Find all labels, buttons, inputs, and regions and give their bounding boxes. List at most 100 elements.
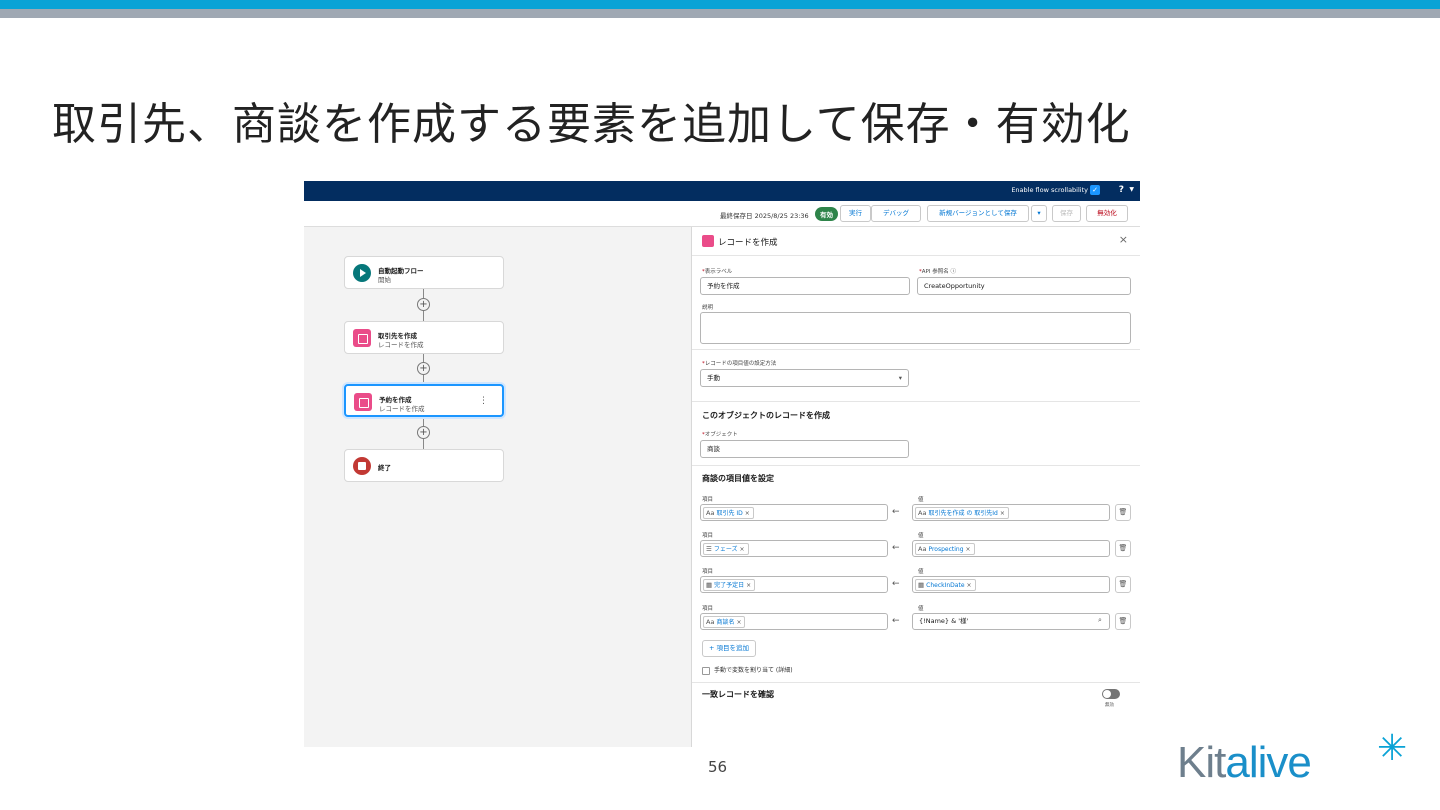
match-toggle[interactable] xyxy=(1102,689,1120,699)
delete-icon[interactable]: 🗑 xyxy=(1115,576,1131,593)
match-section-title: 一致レコードを確認 xyxy=(702,690,774,699)
save-new-version-button[interactable]: 新規バージョンとして保存 xyxy=(927,205,1029,222)
delete-icon[interactable]: 🗑 xyxy=(1115,504,1131,521)
node-subtitle: 開始 xyxy=(378,276,391,284)
object-label: *オブジェクト xyxy=(702,432,738,438)
more-actions-icon[interactable]: ⋮ xyxy=(479,396,488,406)
formula-input[interactable]: {!Name} & '様' xyxy=(912,613,1110,630)
status-badge: 有効 xyxy=(815,207,838,221)
method-select[interactable]: 手動 ▾ xyxy=(700,369,909,387)
picklist-icon: ☰ xyxy=(706,545,712,553)
slide-title: 取引先、商談を作成する要素を追加して保存・有効化 xyxy=(52,99,1131,150)
remove-icon: × xyxy=(966,582,972,589)
flow-canvas[interactable]: 自動起動フロー 開始 + 取引先を作成 レコードを作成 + 予約を作成 レコード… xyxy=(304,227,691,747)
chevron-down-icon[interactable]: ▼ xyxy=(1129,186,1134,193)
close-icon[interactable]: × xyxy=(1119,233,1128,246)
panel-title: レコードを作成 xyxy=(718,238,778,248)
value-pill[interactable]: Aa Prospecting × xyxy=(915,543,975,555)
node-start[interactable]: 自動起動フロー 開始 xyxy=(344,256,504,289)
flow-builder-screenshot: Enable flow scrollability ✓ ? ▼ 最終保存日 20… xyxy=(304,181,1140,747)
field-picker[interactable]: ☰ フェーズ × xyxy=(700,540,888,557)
asterisk-icon: ✳ xyxy=(1377,728,1408,769)
node-subtitle: レコードを作成 xyxy=(378,341,424,349)
field-header: 項目 xyxy=(702,569,714,575)
properties-panel: レコードを作成 × *表示ラベル 予約を作成 *API 参照名 ⓘ Create… xyxy=(691,227,1140,747)
api-name-label: *API 参照名 ⓘ xyxy=(919,269,956,275)
calendar-icon: ▦ xyxy=(706,581,713,589)
label-input[interactable]: 予約を作成 xyxy=(700,277,910,295)
field-pill[interactable]: Aa 取引先 ID × xyxy=(703,507,754,519)
slide-top-bar-stripe xyxy=(0,9,1440,18)
debug-button[interactable]: デバッグ xyxy=(871,205,921,222)
remove-icon: × xyxy=(965,546,971,553)
app-header: Enable flow scrollability ✓ ? ▼ xyxy=(304,181,1140,201)
delete-icon[interactable]: 🗑 xyxy=(1115,613,1131,630)
toolbar: 最終保存日 2025/8/25 23:36 有効 実行 デバッグ 新規バージョン… xyxy=(304,201,1140,227)
last-saved-text: 最終保存日 2025/8/25 23:36 xyxy=(720,212,809,220)
field-pill[interactable]: Aa 商談名 × xyxy=(703,616,746,628)
label-field-label: *表示ラベル xyxy=(702,269,733,275)
remove-icon: × xyxy=(746,582,752,589)
scroll-checkbox[interactable]: ✓ xyxy=(1090,185,1100,195)
text-type-icon: Aa xyxy=(918,545,927,553)
value-pill[interactable]: ▦ CheckInDate × xyxy=(915,579,976,591)
text-type-icon: Aa xyxy=(918,509,927,517)
save-button[interactable]: 保存 xyxy=(1052,205,1081,222)
remove-icon: × xyxy=(744,510,750,517)
help-icon[interactable]: ? xyxy=(1119,185,1124,195)
stop-icon xyxy=(353,457,371,475)
value-picker[interactable]: Aa Prospecting × xyxy=(912,540,1110,557)
field-pill[interactable]: ▦ 完了予定日 × xyxy=(703,579,756,591)
node-create-opportunity[interactable]: 予約を作成 レコードを作成 ⋮ xyxy=(344,384,504,417)
add-element-icon[interactable]: + xyxy=(417,426,430,439)
method-label: *レコードの項目値の設定方法 xyxy=(702,361,777,367)
field-header: 項目 xyxy=(702,606,714,612)
add-element-icon[interactable]: + xyxy=(417,298,430,311)
object-input[interactable]: 商談 xyxy=(700,440,909,458)
calendar-icon: ▦ xyxy=(918,581,925,589)
value-header: 値 xyxy=(918,606,924,612)
description-textarea[interactable] xyxy=(700,312,1131,344)
text-type-icon: Aa xyxy=(706,618,715,626)
deactivate-button[interactable]: 無効化 xyxy=(1086,205,1128,222)
search-icon[interactable]: ⌕ xyxy=(1098,616,1102,625)
api-name-input[interactable]: CreateOpportunity xyxy=(917,277,1131,295)
arrow-left-icon: ← xyxy=(892,579,900,589)
field-picker[interactable]: Aa 取引先 ID × xyxy=(700,504,888,521)
chevron-down-icon: ▾ xyxy=(898,374,902,382)
value-pill[interactable]: Aa 取引先を作成 の 取引先Id × xyxy=(915,507,1009,519)
add-element-icon[interactable]: + xyxy=(417,362,430,375)
divider xyxy=(692,401,1140,402)
delete-icon[interactable]: 🗑 xyxy=(1115,540,1131,557)
save-menu-chevron-icon[interactable]: ▾ xyxy=(1031,205,1047,222)
node-title: 終了 xyxy=(378,464,391,472)
divider xyxy=(692,255,1140,256)
remove-icon: × xyxy=(736,619,742,626)
kitalive-logo: Kitalive ✳ xyxy=(1177,728,1408,787)
value-picker[interactable]: ▦ CheckInDate × xyxy=(912,576,1110,593)
arrow-left-icon: ← xyxy=(892,616,900,626)
create-record-icon xyxy=(354,393,372,411)
toggle-label: 無効 xyxy=(1105,703,1114,708)
field-pill[interactable]: ☰ フェーズ × xyxy=(703,543,749,555)
node-end[interactable]: 終了 xyxy=(344,449,504,482)
node-create-account[interactable]: 取引先を作成 レコードを作成 xyxy=(344,321,504,354)
manual-assign-checkbox[interactable]: 手動で変数を割り当て (詳細) xyxy=(702,665,793,675)
node-subtitle: レコードを作成 xyxy=(379,405,425,413)
remove-icon: × xyxy=(739,546,745,553)
value-picker[interactable]: Aa 取引先を作成 の 取引先Id × xyxy=(912,504,1110,521)
field-header: 項目 xyxy=(702,497,714,503)
divider xyxy=(692,349,1140,350)
arrow-left-icon: ← xyxy=(892,507,900,517)
fields-section-title: 商談の項目値を設定 xyxy=(702,474,774,483)
add-field-button[interactable]: + 項目を追加 xyxy=(702,640,757,657)
run-button[interactable]: 実行 xyxy=(840,205,871,222)
create-record-icon xyxy=(353,329,371,347)
field-picker[interactable]: ▦ 完了予定日 × xyxy=(700,576,888,593)
value-header: 値 xyxy=(918,497,924,503)
scroll-toggle-label: Enable flow scrollability xyxy=(1011,186,1088,194)
object-section-title: このオブジェクトのレコードを作成 xyxy=(702,411,830,420)
divider xyxy=(692,682,1140,683)
field-picker[interactable]: Aa 商談名 × xyxy=(700,613,888,630)
page-number: 56 xyxy=(708,758,728,776)
